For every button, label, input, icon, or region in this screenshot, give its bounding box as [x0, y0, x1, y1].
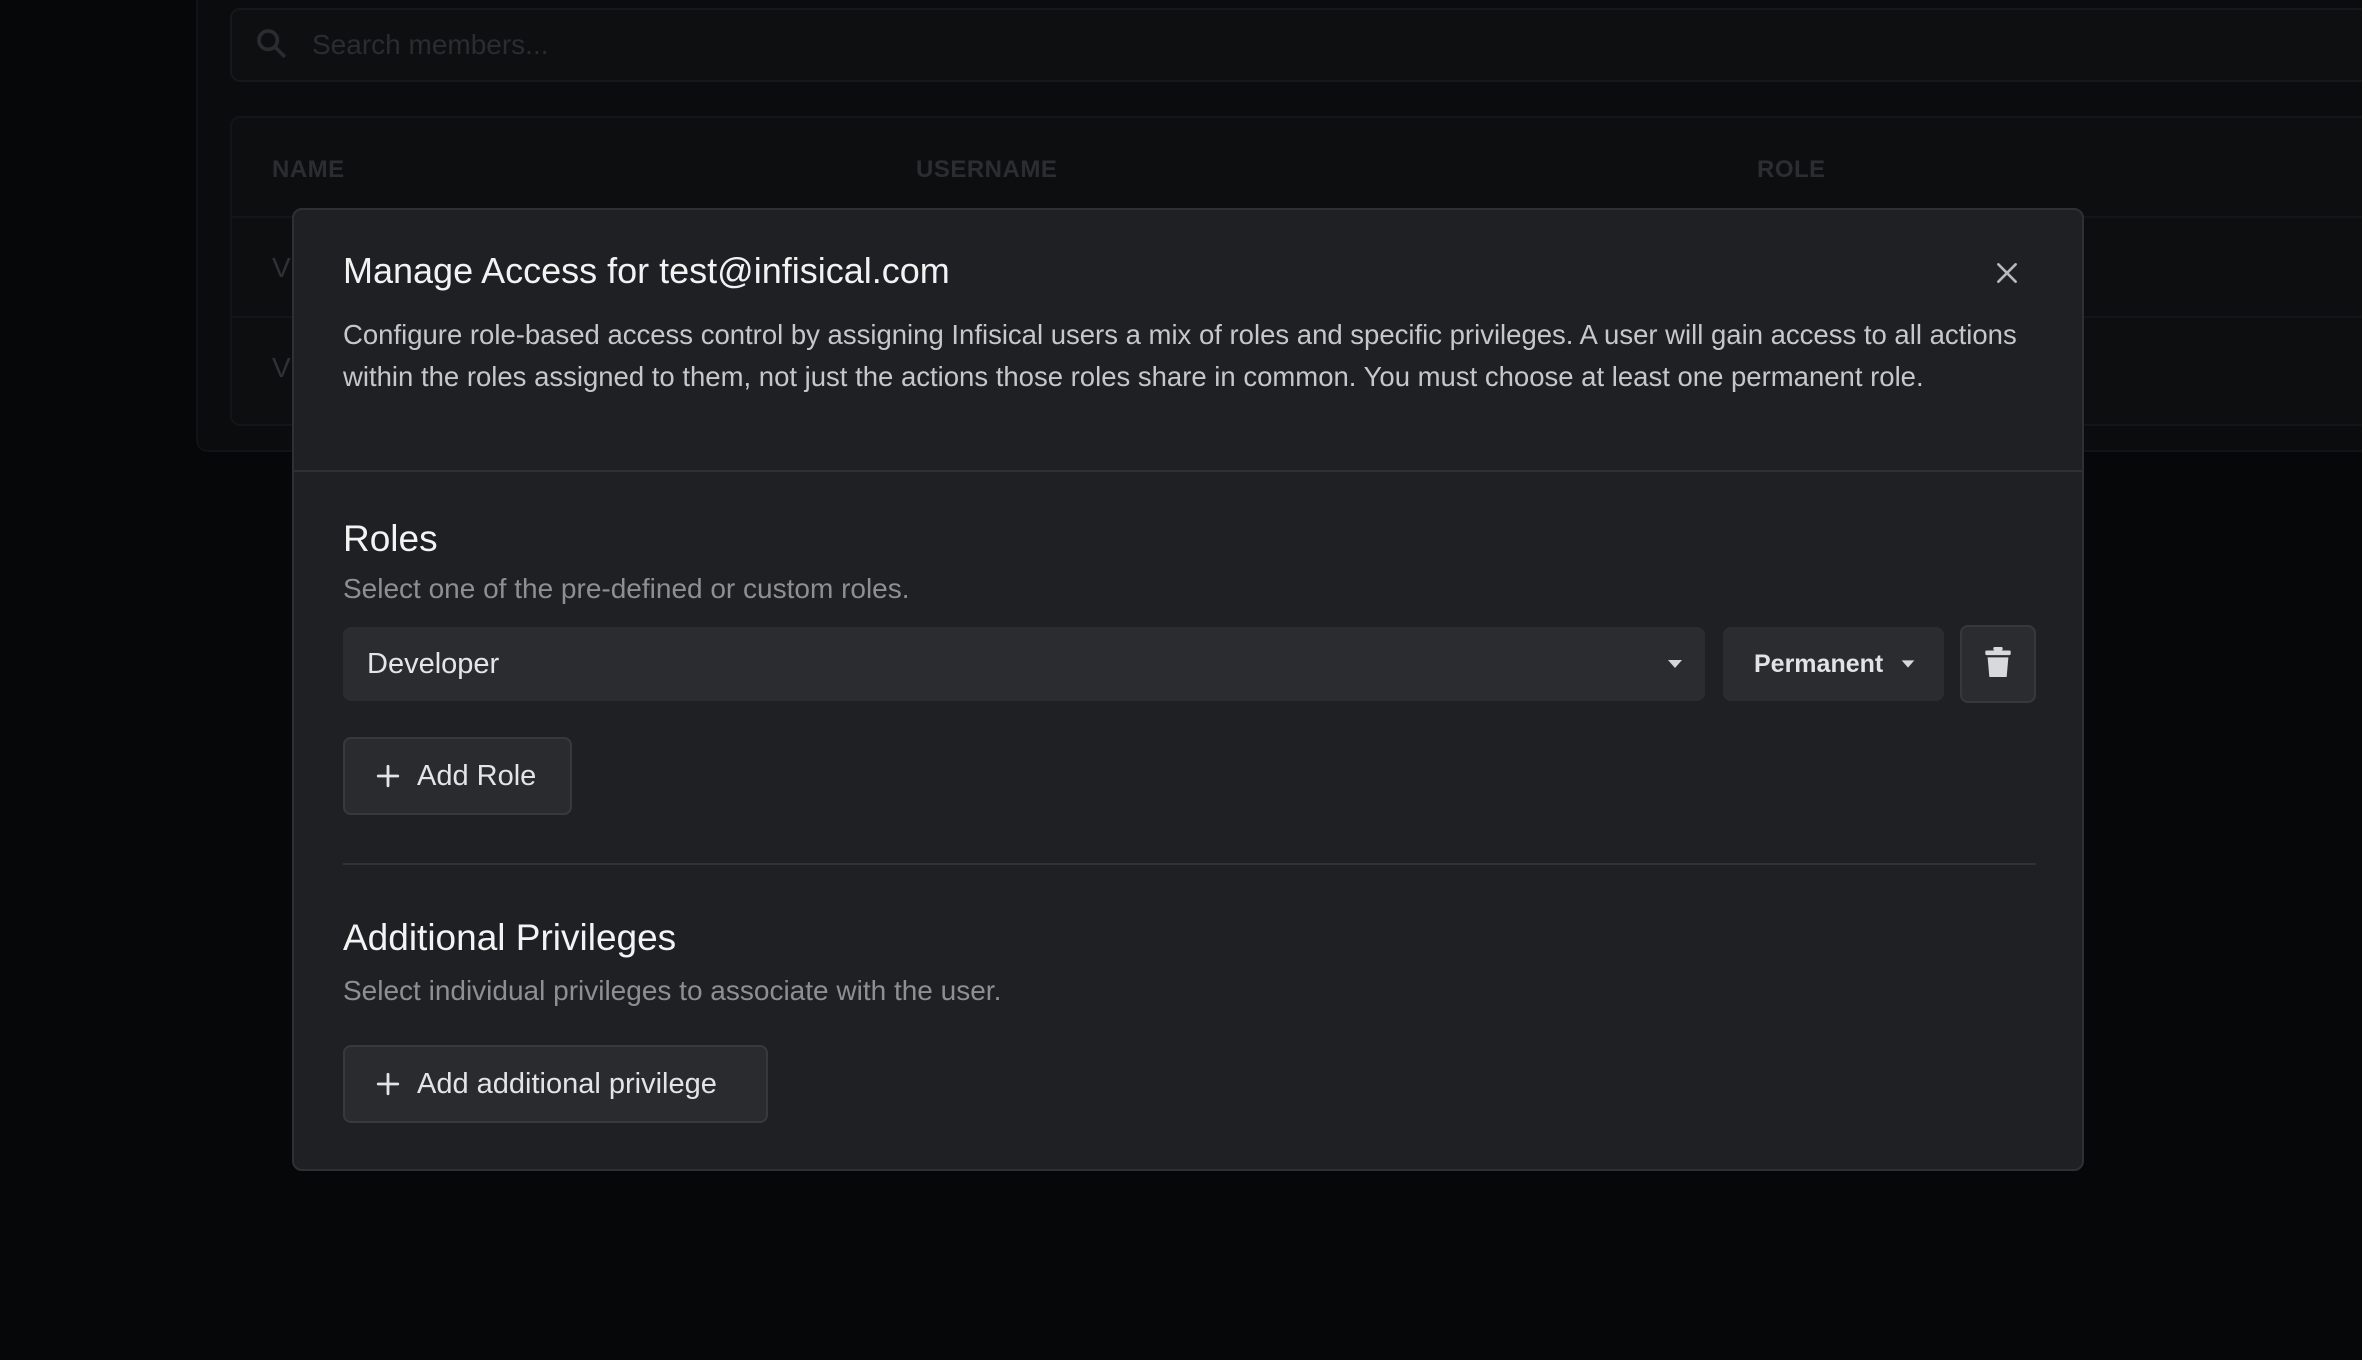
search-icon — [254, 26, 288, 65]
add-additional-privilege-button[interactable]: Add additional privilege — [343, 1045, 768, 1123]
search-input — [310, 28, 2110, 62]
role-select-value: Developer — [367, 647, 500, 680]
member-search-bar — [230, 8, 2362, 82]
column-header-username: USERNAME — [916, 156, 1058, 183]
column-header-name: NAME — [272, 156, 345, 183]
add-role-button[interactable]: Add Role — [343, 737, 572, 815]
modal-header: Manage Access for test@infisical.com Con… — [294, 210, 2082, 472]
role-duration-value: Permanent — [1754, 649, 1884, 678]
modal-title: Manage Access for test@infisical.com — [343, 250, 950, 291]
manage-access-modal: Manage Access for test@infisical.com Con… — [292, 208, 2084, 1171]
member-name: V — [272, 252, 291, 283]
roles-subtitle: Select one of the pre-defined or custom … — [343, 573, 910, 604]
close-button[interactable] — [1986, 254, 2028, 296]
caret-down-icon — [1899, 655, 1917, 673]
privileges-title: Additional Privileges — [343, 917, 677, 958]
plus-icon — [375, 763, 401, 789]
column-header-role: ROLE — [1757, 156, 1826, 183]
roles-title: Roles — [343, 518, 438, 559]
delete-role-button[interactable] — [1960, 625, 2036, 703]
modal-description: Configure role-based access control by a… — [343, 319, 2017, 392]
add-role-label: Add Role — [417, 759, 537, 792]
add-additional-privilege-label: Add additional privilege — [417, 1067, 717, 1100]
role-duration-select[interactable]: Permanent — [1723, 627, 1944, 701]
trash-icon — [1985, 646, 2011, 682]
member-name: V — [272, 352, 291, 383]
privileges-subtitle: Select individual privileges to associat… — [343, 975, 1002, 1006]
section-divider — [343, 863, 2036, 865]
table-header: NAME USERNAME ROLE — [232, 118, 2362, 218]
plus-icon — [375, 1071, 401, 1097]
close-icon — [1994, 260, 2020, 291]
role-select[interactable]: Developer — [343, 627, 1705, 701]
caret-down-icon — [1665, 654, 1685, 674]
